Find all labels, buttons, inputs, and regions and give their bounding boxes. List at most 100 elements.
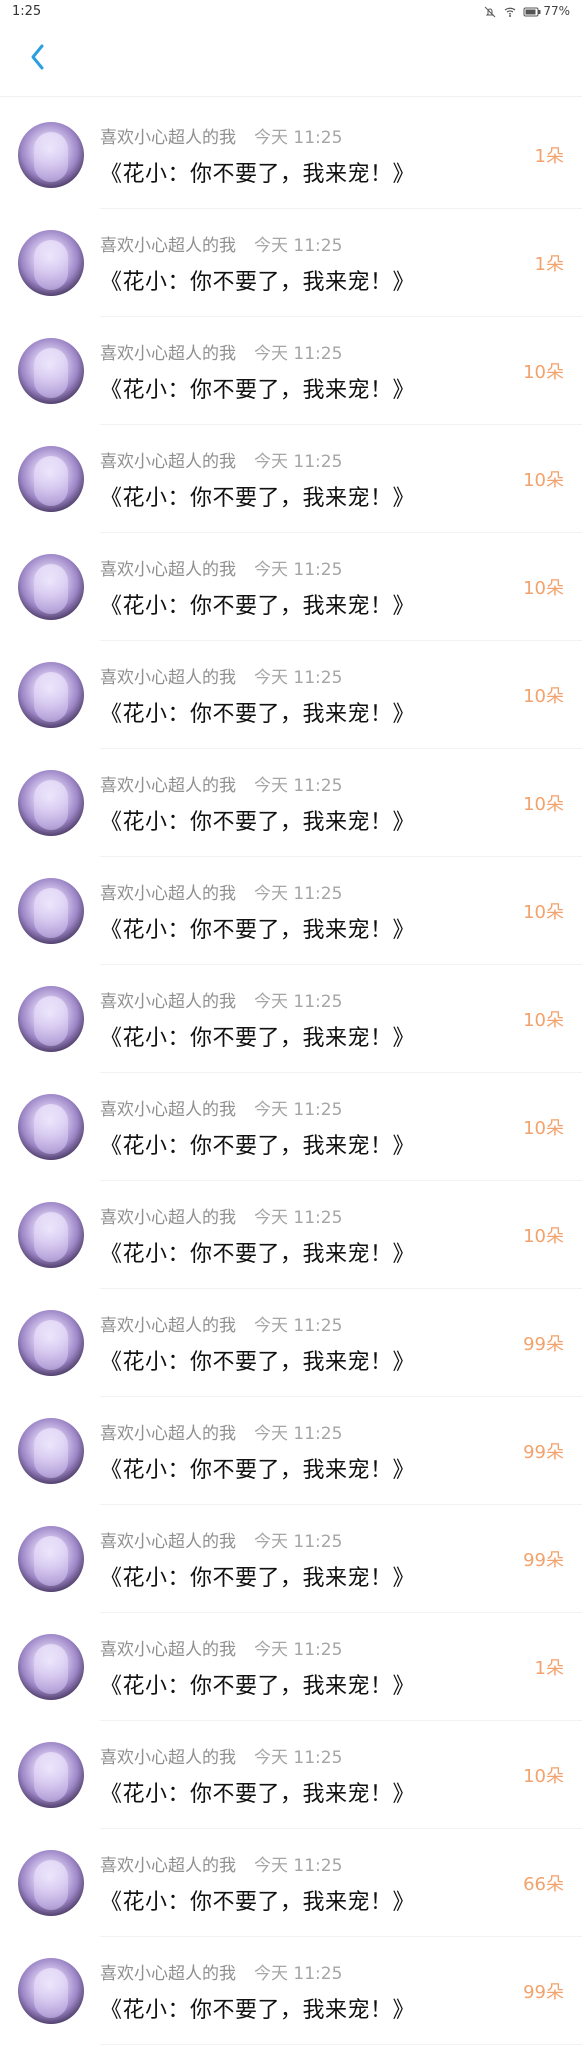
avatar <box>18 1850 84 1916</box>
item-content: 喜欢小心超人的我 今天 11:25 《花小：你不要了，我来宠！》 <box>100 663 494 728</box>
timestamp: 今天 11:25 <box>254 343 343 364</box>
list-item[interactable]: 喜欢小心超人的我 今天 11:25 《花小：你不要了，我来宠！》 10朵 <box>0 965 582 1073</box>
item-meta: 喜欢小心超人的我 今天 11:25 <box>100 987 494 1012</box>
avatar <box>18 230 84 296</box>
avatar <box>18 662 84 728</box>
username: 喜欢小心超人的我 <box>100 1855 236 1876</box>
item-meta: 喜欢小心超人的我 今天 11:25 <box>100 1311 494 1336</box>
list-item[interactable]: 喜欢小心超人的我 今天 11:25 《花小：你不要了，我来宠！》 99朵 <box>0 1289 582 1397</box>
book-title: 《花小：你不要了，我来宠！》 <box>100 485 416 511</box>
gift-list: 喜欢小心超人的我 今天 11:25 《花小：你不要了，我来宠！》 1朵 喜欢小心… <box>0 97 582 2045</box>
timestamp: 今天 11:25 <box>254 1963 343 1984</box>
username: 喜欢小心超人的我 <box>100 1639 236 1660</box>
flower-count: 1朵 <box>534 1658 564 1679</box>
timestamp: 今天 11:25 <box>254 1747 343 1768</box>
flower-count: 99朵 <box>523 1550 564 1571</box>
timestamp: 今天 11:25 <box>254 1099 343 1120</box>
item-content: 喜欢小心超人的我 今天 11:25 《花小：你不要了，我来宠！》 <box>100 339 494 404</box>
flower-count: 1朵 <box>534 254 564 275</box>
avatar <box>18 122 84 188</box>
top-nav <box>0 22 582 97</box>
item-meta: 喜欢小心超人的我 今天 11:25 <box>100 1095 494 1120</box>
book-title: 《花小：你不要了，我来宠！》 <box>100 917 416 943</box>
item-content: 喜欢小心超人的我 今天 11:25 《花小：你不要了，我来宠！》 <box>100 1203 494 1268</box>
username: 喜欢小心超人的我 <box>100 883 236 904</box>
battery-percent: 77% <box>543 4 570 18</box>
username: 喜欢小心超人的我 <box>100 343 236 364</box>
avatar <box>18 1202 84 1268</box>
item-content: 喜欢小心超人的我 今天 11:25 《花小：你不要了，我来宠！》 <box>100 1095 494 1160</box>
username: 喜欢小心超人的我 <box>100 451 236 472</box>
username: 喜欢小心超人的我 <box>100 127 236 148</box>
list-item[interactable]: 喜欢小心超人的我 今天 11:25 《花小：你不要了，我来宠！》 10朵 <box>0 533 582 641</box>
avatar <box>18 1742 84 1808</box>
item-meta: 喜欢小心超人的我 今天 11:25 <box>100 231 494 256</box>
status-time: 1:25 <box>12 3 42 19</box>
flower-count: 99朵 <box>523 1442 564 1463</box>
item-content: 喜欢小心超人的我 今天 11:25 《花小：你不要了，我来宠！》 <box>100 555 494 620</box>
list-item[interactable]: 喜欢小心超人的我 今天 11:25 《花小：你不要了，我来宠！》 10朵 <box>0 1181 582 1289</box>
item-meta: 喜欢小心超人的我 今天 11:25 <box>100 1635 494 1660</box>
item-meta: 喜欢小心超人的我 今天 11:25 <box>100 1959 494 1984</box>
list-item[interactable]: 喜欢小心超人的我 今天 11:25 《花小：你不要了，我来宠！》 10朵 <box>0 1073 582 1181</box>
item-content: 喜欢小心超人的我 今天 11:25 《花小：你不要了，我来宠！》 <box>100 1851 494 1916</box>
list-item[interactable]: 喜欢小心超人的我 今天 11:25 《花小：你不要了，我来宠！》 10朵 <box>0 641 582 749</box>
timestamp: 今天 11:25 <box>254 667 343 688</box>
flower-count: 10朵 <box>523 362 564 383</box>
avatar <box>18 554 84 620</box>
item-meta: 喜欢小心超人的我 今天 11:25 <box>100 123 494 148</box>
timestamp: 今天 11:25 <box>254 451 343 472</box>
avatar <box>18 1418 84 1484</box>
list-item[interactable]: 喜欢小心超人的我 今天 11:25 《花小：你不要了，我来宠！》 10朵 <box>0 317 582 425</box>
avatar <box>18 1958 84 2024</box>
avatar <box>18 338 84 404</box>
timestamp: 今天 11:25 <box>254 559 343 580</box>
list-item[interactable]: 喜欢小心超人的我 今天 11:25 《花小：你不要了，我来宠！》 1朵 <box>0 209 582 317</box>
book-title: 《花小：你不要了，我来宠！》 <box>100 1673 416 1699</box>
back-button[interactable] <box>22 44 52 74</box>
book-title: 《花小：你不要了，我来宠！》 <box>100 1457 416 1483</box>
flower-count: 10朵 <box>523 794 564 815</box>
list-item[interactable]: 喜欢小心超人的我 今天 11:25 《花小：你不要了，我来宠！》 1朵 <box>0 101 582 209</box>
flower-count: 10朵 <box>523 686 564 707</box>
avatar <box>18 770 84 836</box>
timestamp: 今天 11:25 <box>254 883 343 904</box>
username: 喜欢小心超人的我 <box>100 1207 236 1228</box>
battery-icon <box>523 6 541 17</box>
item-content: 喜欢小心超人的我 今天 11:25 《花小：你不要了，我来宠！》 <box>100 987 494 1052</box>
book-title: 《花小：你不要了，我来宠！》 <box>100 1025 416 1051</box>
list-item[interactable]: 喜欢小心超人的我 今天 11:25 《花小：你不要了，我来宠！》 99朵 <box>0 1397 582 1505</box>
list-item[interactable]: 喜欢小心超人的我 今天 11:25 《花小：你不要了，我来宠！》 10朵 <box>0 749 582 857</box>
flower-count: 10朵 <box>523 1118 564 1139</box>
list-item[interactable]: 喜欢小心超人的我 今天 11:25 《花小：你不要了，我来宠！》 10朵 <box>0 1721 582 1829</box>
list-item[interactable]: 喜欢小心超人的我 今天 11:25 《花小：你不要了，我来宠！》 99朵 <box>0 1937 582 2045</box>
flower-count: 10朵 <box>523 578 564 599</box>
username: 喜欢小心超人的我 <box>100 667 236 688</box>
list-item[interactable]: 喜欢小心超人的我 今天 11:25 《花小：你不要了，我来宠！》 1朵 <box>0 1613 582 1721</box>
username: 喜欢小心超人的我 <box>100 559 236 580</box>
list-item[interactable]: 喜欢小心超人的我 今天 11:25 《花小：你不要了，我来宠！》 66朵 <box>0 1829 582 1937</box>
bell-off-icon <box>483 6 497 18</box>
username: 喜欢小心超人的我 <box>100 1963 236 1984</box>
item-content: 喜欢小心超人的我 今天 11:25 《花小：你不要了，我来宠！》 <box>100 1311 494 1376</box>
timestamp: 今天 11:25 <box>254 1639 343 1660</box>
book-title: 《花小：你不要了，我来宠！》 <box>100 269 416 295</box>
timestamp: 今天 11:25 <box>254 1207 343 1228</box>
username: 喜欢小心超人的我 <box>100 235 236 256</box>
status-right: 77% <box>483 4 570 18</box>
book-title: 《花小：你不要了，我来宠！》 <box>100 1133 416 1159</box>
username: 喜欢小心超人的我 <box>100 775 236 796</box>
item-meta: 喜欢小心超人的我 今天 11:25 <box>100 879 494 904</box>
list-item[interactable]: 喜欢小心超人的我 今天 11:25 《花小：你不要了，我来宠！》 10朵 <box>0 857 582 965</box>
list-item[interactable]: 喜欢小心超人的我 今天 11:25 《花小：你不要了，我来宠！》 10朵 <box>0 425 582 533</box>
item-meta: 喜欢小心超人的我 今天 11:25 <box>100 555 494 580</box>
item-content: 喜欢小心超人的我 今天 11:25 《花小：你不要了，我来宠！》 <box>100 1419 494 1484</box>
avatar <box>18 1634 84 1700</box>
status-bar: 1:25 77% <box>0 0 582 22</box>
item-meta: 喜欢小心超人的我 今天 11:25 <box>100 663 494 688</box>
item-content: 喜欢小心超人的我 今天 11:25 《花小：你不要了，我来宠！》 <box>100 1743 494 1808</box>
list-item[interactable]: 喜欢小心超人的我 今天 11:25 《花小：你不要了，我来宠！》 99朵 <box>0 1505 582 1613</box>
item-content: 喜欢小心超人的我 今天 11:25 《花小：你不要了，我来宠！》 <box>100 447 494 512</box>
book-title: 《花小：你不要了，我来宠！》 <box>100 1565 416 1591</box>
book-title: 《花小：你不要了，我来宠！》 <box>100 809 416 835</box>
